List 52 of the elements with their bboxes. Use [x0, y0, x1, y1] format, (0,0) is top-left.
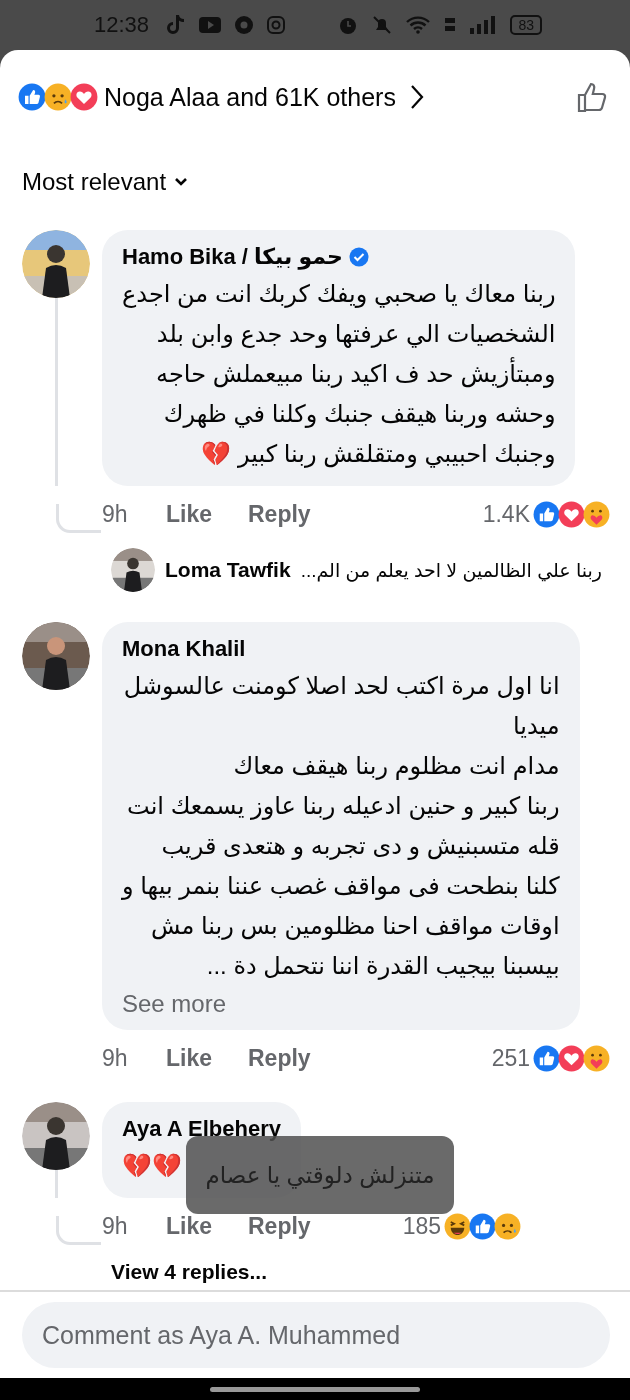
thread-line [54, 1170, 58, 1199]
reaction-count[interactable]: 1.4K [482, 500, 530, 528]
reply-author[interactable]: Loma Tawfik [165, 558, 291, 583]
hug-reaction-icon [583, 1044, 610, 1072]
sad-reaction-icon [44, 83, 72, 112]
chevron-right-icon[interactable] [409, 84, 424, 111]
like-button[interactable]: Like [166, 1212, 248, 1240]
thread-connector [56, 504, 101, 534]
thread-connector [56, 1216, 101, 1246]
verified-badge-icon [348, 247, 369, 268]
view-replies-link[interactable]: View 4 replies... [111, 1260, 268, 1285]
comment-time: 9h [102, 500, 129, 528]
comment-input[interactable]: Comment as Aya A. Muhammed [22, 1302, 610, 1369]
hug-reaction-icon [583, 500, 610, 528]
muted-bell-icon [372, 15, 393, 36]
heart-reaction-icon [558, 500, 585, 528]
like-reaction-icon [533, 1044, 560, 1072]
like-reaction-icon [18, 83, 46, 112]
home-indicator[interactable] [210, 1386, 420, 1392]
author-name[interactable]: Hamo Bika / حمو بيكا [122, 244, 343, 271]
heart-reaction-icon [558, 1044, 585, 1072]
like-reaction-icon [533, 500, 560, 528]
reaction-count[interactable]: 185 [402, 1212, 441, 1240]
tiktok-icon [167, 15, 186, 36]
sad-reaction-icon [494, 1212, 521, 1240]
comment-text: ربنا معاك يا صحبي ويفك كربك انت من اجدع الشخصيات الي عرفتها وحد جدع وابن بلد ومبتأزيش حد ف اكيد ربنا مبيعملش حاجه وحشه وربنا هيقف جنبك وكلنا في ظهرك وجنبك احبيبي ومتقلقش ربنا كبير 💔 [122, 279, 556, 470]
wifi-icon [406, 16, 431, 35]
signal-icon [470, 16, 497, 35]
camera-icon [267, 16, 286, 35]
comment-text: انا اول مرة اكتب لحد اصلا كومنت عالسوشل ميديا مدام انت مظلوم ربنا هيقف معاك ربنا كبير و حنين ادعيله ربنا عاوز يسمعك انت قله متسبنيش و دى تجربه و هتعدى قريب كلنا بنطحت فى مواقف غصب عننا بنمر بيها و اوقات مواقف احنا مظلومين بس ربنا مش بيسبنا بيجيب القدرة اننا نتحمل دة ... [122, 671, 560, 982]
laughing-reaction-icon [444, 1212, 471, 1240]
battery-level: 83 [510, 15, 542, 36]
sort-dropdown[interactable]: Most relevant [22, 168, 167, 197]
reply-button[interactable]: Reply [248, 1044, 311, 1072]
heart-reaction-icon [70, 83, 98, 112]
see-more-link[interactable]: See more [122, 990, 227, 1019]
reply-button[interactable]: Reply [248, 500, 311, 528]
reply-preview: ربنا علي الظالمين لا احد يعلم من الم... [300, 558, 602, 582]
like-button[interactable]: Like [166, 500, 248, 528]
message-toast: متنزلش دلوقتي يا عصام [186, 1136, 454, 1215]
comment-time: 9h [102, 1212, 129, 1240]
like-reaction-icon [469, 1212, 496, 1240]
like-button[interactable]: Like [166, 1044, 248, 1072]
reaction-count[interactable]: 251 [491, 1044, 530, 1072]
video-play-icon [199, 17, 222, 34]
clock-time: 12:38 [94, 12, 150, 39]
caret-down-icon[interactable] [174, 177, 189, 188]
comment-time: 9h [102, 1044, 129, 1072]
reply-button[interactable]: Reply [248, 1212, 311, 1240]
comment-text: 💔💔 [122, 1151, 182, 1182]
author-name[interactable]: Mona Khalil [122, 636, 246, 663]
reactions-summary[interactable]: Noga Alaa and 61K others [104, 82, 396, 112]
